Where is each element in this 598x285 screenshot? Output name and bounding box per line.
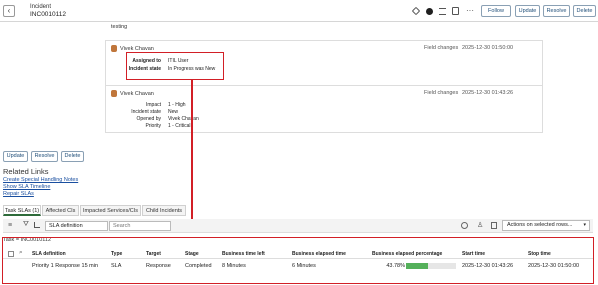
- progress-bar: [406, 263, 456, 269]
- tab-task-slas[interactable]: Task SLAs (1): [3, 205, 41, 216]
- avatar: [111, 90, 117, 97]
- search-field-value: SLA definition: [49, 223, 83, 229]
- cell-type: SLA: [111, 263, 122, 269]
- back-button[interactable]: ‹: [3, 5, 15, 17]
- column-header[interactable]: Type: [111, 251, 122, 257]
- activity-type: Field changes: [424, 45, 459, 51]
- resolve-button-header[interactable]: Resolve: [543, 5, 570, 17]
- field-value: 1 - High: [168, 102, 186, 108]
- follow-button[interactable]: Follow: [481, 5, 511, 17]
- field-value: Vivek Chavan: [168, 116, 199, 122]
- actions-select-value: Actions on selected rows...: [507, 222, 573, 228]
- list-column-icon[interactable]: [34, 222, 40, 228]
- progress-bar-fill: [406, 263, 428, 269]
- cell-sla-definition[interactable]: Priority 1 Response 15 min: [32, 263, 98, 269]
- field-value: New: [168, 109, 179, 115]
- gear-icon[interactable]: [461, 222, 468, 229]
- related-links-title: Related Links: [3, 167, 49, 176]
- activity-entry-2: Vivek Chavan Field changes 2025-12-30 01…: [105, 85, 543, 133]
- select-all-checkbox[interactable]: [8, 251, 14, 257]
- form-title: Incident: [30, 4, 52, 10]
- cell-business-elapsed-time: 6 Minutes: [292, 263, 316, 269]
- activity-stream-icon[interactable]: [452, 7, 459, 15]
- update-button[interactable]: Update: [3, 151, 28, 162]
- cell-elapsed-percentage: 43.78%: [386, 263, 405, 269]
- cell-start-time: 2025-12-30 01:43:26: [462, 263, 514, 269]
- update-button-header[interactable]: Update: [515, 5, 540, 17]
- delete-button[interactable]: Delete: [61, 151, 84, 162]
- tab-affected-cis[interactable]: Affected CIs: [42, 205, 79, 216]
- annotation-arrow: [191, 80, 193, 225]
- list-toolbar: ≡ ⛛ SLA definition ♙ Actions on selected…: [3, 219, 593, 233]
- field-label: Impact: [145, 102, 161, 108]
- cell-business-time-left: 8 Minutes: [222, 263, 246, 269]
- activity-type: Field changes: [424, 90, 459, 96]
- column-header[interactable]: Business time left: [222, 251, 265, 257]
- more-options-icon[interactable]: ···: [466, 6, 474, 15]
- record-number: INC0010112: [30, 11, 67, 18]
- search-input[interactable]: [109, 221, 171, 231]
- actions-select[interactable]: Actions on selected rows... ▾: [502, 220, 590, 231]
- column-header[interactable]: Stop time: [528, 251, 551, 257]
- field-label: Priority: [145, 123, 161, 129]
- activity-time: 2025-12-30 01:43:26: [462, 90, 514, 96]
- filter-icon[interactable]: ⛛: [23, 221, 29, 229]
- column-header[interactable]: Start time: [462, 251, 485, 257]
- column-header[interactable]: Stage: [185, 251, 199, 257]
- delete-button-header[interactable]: Delete: [573, 5, 596, 17]
- avatar: [111, 45, 117, 52]
- field-value: 1 - Critical: [168, 123, 191, 129]
- resolve-button[interactable]: Resolve: [31, 151, 58, 162]
- column-header[interactable]: Target: [146, 251, 161, 257]
- highlight-box-activity: [126, 52, 224, 80]
- tab-impacted-services[interactable]: Impacted Services/CIs: [80, 205, 141, 216]
- activity-top-text: testing: [111, 24, 128, 30]
- activity-time: 2025-12-30 01:50:00: [462, 45, 514, 51]
- chevron-down-icon: ▾: [583, 222, 586, 228]
- column-header[interactable]: SLA definition: [32, 251, 66, 257]
- person-icon[interactable]: ♙: [477, 221, 483, 229]
- form-header: ‹ Incident INC0010112 ··· Follow Update …: [0, 0, 598, 22]
- help-icon[interactable]: [426, 8, 433, 15]
- repair-slas-link[interactable]: Repair SLAs: [3, 191, 34, 197]
- search-field-select[interactable]: SLA definition: [45, 221, 108, 231]
- column-header[interactable]: Business elapsed percentage: [372, 251, 442, 257]
- show-sla-timeline-link[interactable]: Show SLA Timeline: [3, 184, 50, 190]
- field-label: Incident state: [131, 109, 161, 115]
- list-menu-icon[interactable]: ≡: [8, 222, 12, 229]
- column-header[interactable]: Business elapsed time: [292, 251, 346, 257]
- cell-stop-time: 2025-12-30 01:50:00: [528, 263, 580, 269]
- column-search-icon[interactable]: ⌕: [19, 249, 23, 257]
- attachment-icon[interactable]: [411, 6, 421, 16]
- cell-target: Response: [146, 263, 171, 269]
- field-label: Opened by: [136, 116, 161, 122]
- tab-child-incidents[interactable]: Child Incidents: [142, 205, 186, 216]
- cell-stage: Completed: [185, 263, 212, 269]
- settings-sliders-icon[interactable]: [439, 8, 446, 15]
- export-icon[interactable]: [491, 222, 497, 229]
- activity-author: Vivek Chavan: [120, 91, 154, 97]
- create-special-handling-notes-link[interactable]: Create Special Handling Notes: [3, 177, 78, 183]
